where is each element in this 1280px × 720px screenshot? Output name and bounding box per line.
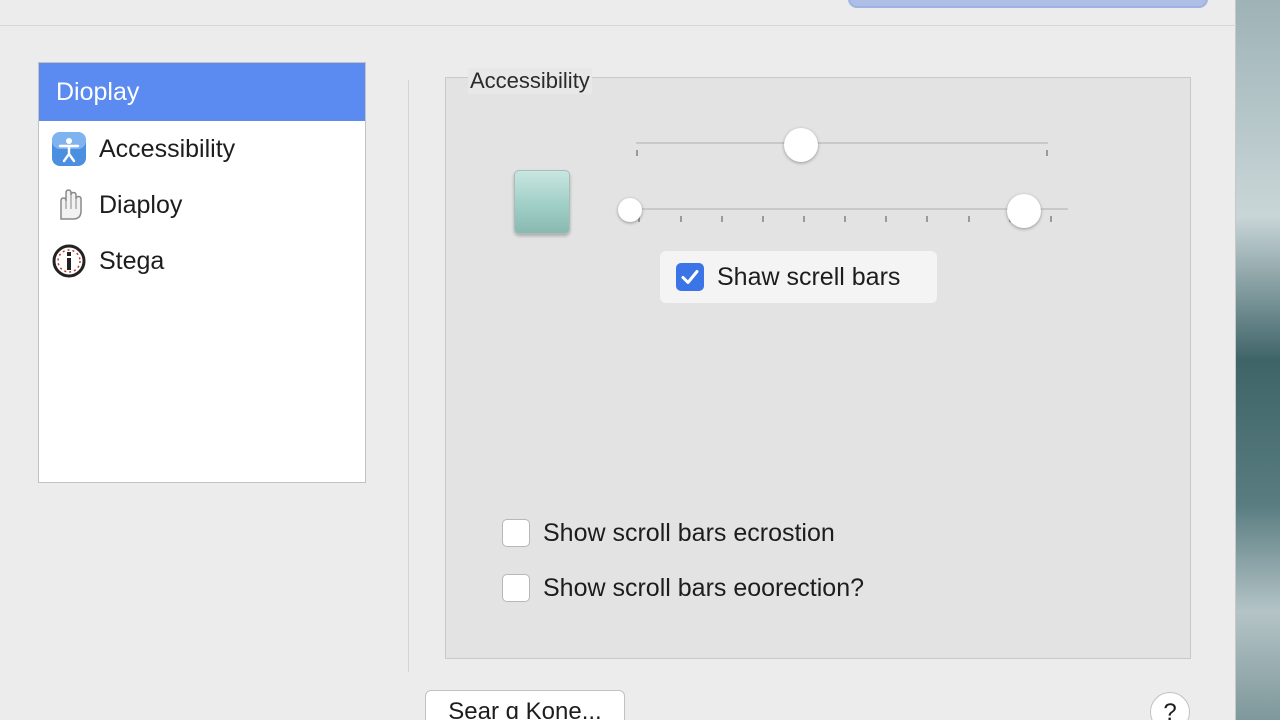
toolbar-search-field[interactable] [848, 0, 1208, 8]
slider-thumb[interactable] [1007, 194, 1041, 228]
checkbox-unchecked[interactable] [502, 519, 530, 547]
group-title: Accessibility [468, 68, 592, 94]
show-scroll-bars-checkbox[interactable]: Shaw screll bars [660, 251, 937, 303]
pane-divider [408, 80, 409, 672]
accessibility-group [445, 77, 1191, 659]
slider-min-knob[interactable] [618, 198, 642, 222]
accessibility-icon [51, 131, 87, 167]
checkbox-label: Shaw screll bars [717, 262, 901, 291]
sidebar-item-label: Dioplay [56, 77, 140, 106]
checkbox-label: Show scroll bars eoorection? [543, 573, 864, 602]
option-1-checkbox[interactable]: Show scroll bars ecrostion [502, 518, 835, 548]
slider-top[interactable] [636, 128, 1048, 162]
sidebar-item-label: Accessibility [99, 134, 236, 163]
sidebar-item-accessibility[interactable]: Accessibility [39, 121, 365, 177]
slider-track [636, 142, 1048, 144]
slider-track [628, 208, 1068, 210]
preferences-window: Dioplay Accessibility Diaploy Stega Acce… [0, 0, 1236, 720]
search-button[interactable]: Sear ɑ Kone... [425, 690, 625, 720]
checkbox-checked[interactable] [676, 263, 704, 291]
desktop-background [1236, 0, 1280, 720]
help-button[interactable]: ? [1150, 692, 1190, 720]
toolbar-divider [0, 25, 1236, 26]
info-icon [51, 243, 87, 279]
sidebar-item-display[interactable]: Dioplay [39, 63, 365, 121]
color-swatch[interactable] [514, 170, 570, 234]
sidebar-list: Dioplay Accessibility Diaploy Stega [38, 62, 366, 483]
slider-ticks [636, 150, 1048, 158]
checkbox-unchecked[interactable] [502, 574, 530, 602]
sidebar-item-stega[interactable]: Stega [39, 233, 365, 289]
sidebar-item-label: Stega [99, 246, 165, 275]
checkmark-icon [681, 270, 699, 284]
option-2-checkbox[interactable]: Show scroll bars eoorection? [502, 573, 864, 603]
checkbox-label: Show scroll bars ecrostion [543, 518, 835, 547]
sidebar-item-diaploy[interactable]: Diaploy [39, 177, 365, 233]
sidebar-item-label: Diaploy [99, 190, 183, 219]
hand-icon [51, 187, 87, 223]
slider-bottom[interactable] [618, 194, 1068, 228]
slider-ticks [628, 216, 1068, 224]
slider-thumb[interactable] [783, 128, 818, 162]
